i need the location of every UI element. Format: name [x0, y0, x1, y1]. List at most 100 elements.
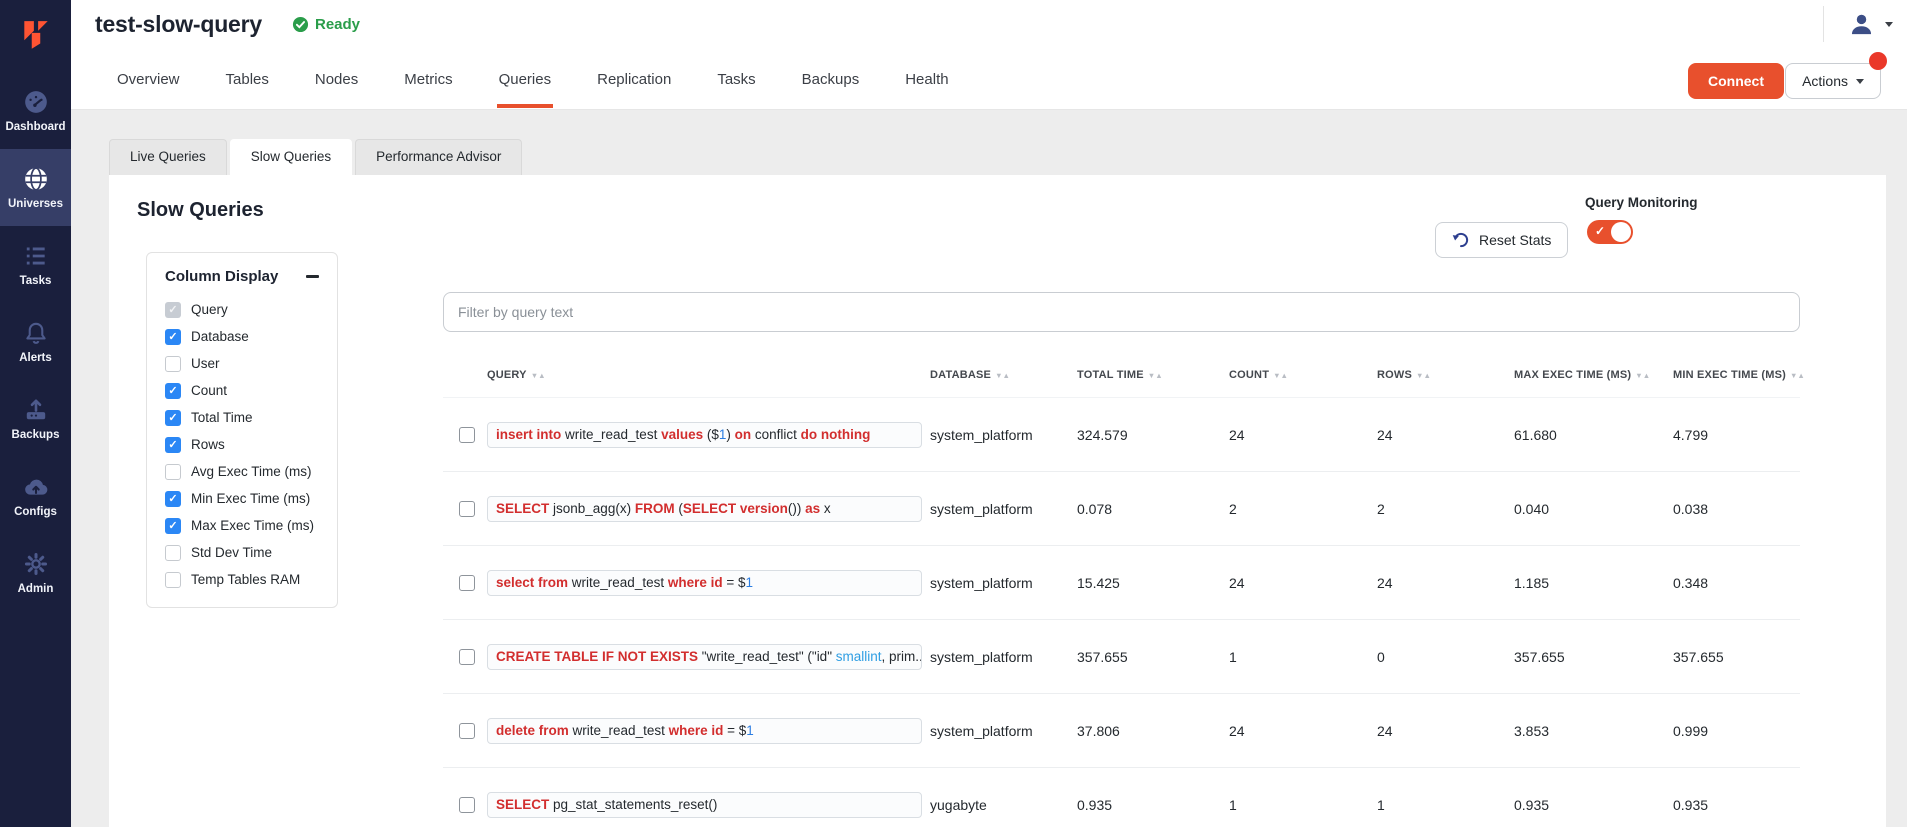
column-option-max-exec-time-ms[interactable]: ✓Max Exec Time (ms) [165, 512, 319, 539]
column-option-min-exec-time-ms[interactable]: ✓Min Exec Time (ms) [165, 485, 319, 512]
query-text[interactable]: insert into write_read_test values ($1) … [487, 422, 922, 448]
query-text[interactable]: CREATE TABLE IF NOT EXISTS "write_read_t… [487, 644, 922, 670]
user-menu[interactable] [1823, 0, 1907, 48]
sidebar-item-dashboard[interactable]: Dashboard [0, 72, 71, 149]
column-header-rows[interactable]: ROWS▼▲ [1377, 369, 1514, 381]
checkbox-query: ✓ [165, 302, 181, 318]
min-exec-time-cell: 4.799 [1673, 427, 1800, 443]
sort-arrows-icon[interactable]: ▼▲ [531, 371, 546, 380]
universe-globe-icon [23, 166, 49, 192]
sort-arrows-icon[interactable]: ▼▲ [1416, 371, 1431, 380]
column-option-std-dev-time[interactable]: Std Dev Time [165, 539, 319, 566]
column-header-min-exec-time-ms[interactable]: MIN EXEC TIME (MS)▼▲ [1673, 369, 1805, 381]
sql-token: = $ [723, 723, 746, 738]
query-monitoring-toggle[interactable]: ✓ [1587, 220, 1633, 244]
row-checkbox[interactable] [459, 797, 475, 813]
row-checkbox[interactable] [459, 649, 475, 665]
tab-health[interactable]: Health [905, 48, 948, 110]
query-monitoring-label: Query Monitoring [1585, 195, 1698, 210]
column-option-count[interactable]: ✓Count [165, 377, 319, 404]
checkbox-temp-tables-ram[interactable] [165, 572, 181, 588]
column-option-query[interactable]: ✓Query [165, 296, 319, 323]
sidebar-item-tasks[interactable]: Tasks [0, 226, 71, 303]
column-option-rows[interactable]: ✓Rows [165, 431, 319, 458]
table-row[interactable]: select from write_read_test where id = $… [443, 545, 1800, 619]
query-text[interactable]: delete from write_read_test where id = $… [487, 718, 922, 744]
query-text[interactable]: SELECT jsonb_agg(x) FROM (SELECT version… [487, 496, 922, 522]
column-option-database[interactable]: ✓Database [165, 323, 319, 350]
user-avatar-icon[interactable] [1848, 11, 1875, 38]
sort-arrows-icon[interactable]: ▼▲ [995, 371, 1010, 380]
query-filter-input[interactable] [443, 292, 1800, 332]
column-header-query[interactable]: QUERY▼▲ [487, 369, 930, 381]
tab-tables[interactable]: Tables [226, 48, 269, 110]
column-header-total-time[interactable]: TOTAL TIME▼▲ [1077, 369, 1229, 381]
column-option-temp-tables-ram[interactable]: Temp Tables RAM [165, 566, 319, 593]
checkbox-count[interactable]: ✓ [165, 383, 181, 399]
checkbox-rows[interactable]: ✓ [165, 437, 181, 453]
sidebar-item-admin[interactable]: Admin [0, 534, 71, 611]
checkbox-max-exec-time-ms[interactable]: ✓ [165, 518, 181, 534]
database-cell: system_platform [930, 575, 1077, 591]
tab-queries[interactable]: Queries [499, 48, 552, 110]
sidebar-item-backups[interactable]: Backups [0, 380, 71, 457]
collapse-minus-icon[interactable] [306, 275, 319, 278]
row-checkbox[interactable] [459, 575, 475, 591]
actions-button-label: Actions [1802, 73, 1848, 89]
sidebar-item-label: Universes [8, 198, 63, 210]
sql-token: write_read_test [569, 723, 669, 738]
sql-token: CREATE TABLE IF NOT EXISTS [496, 649, 698, 664]
subtab-performance-advisor[interactable]: Performance Advisor [355, 139, 522, 175]
query-text[interactable]: SELECT pg_stat_statements_reset() [487, 792, 922, 818]
column-option-total-time[interactable]: ✓Total Time [165, 404, 319, 431]
tab-backups[interactable]: Backups [802, 48, 860, 110]
column-option-user[interactable]: User [165, 350, 319, 377]
checkbox-user[interactable] [165, 356, 181, 372]
min-exec-time-cell: 0.999 [1673, 723, 1800, 739]
tab-nodes[interactable]: Nodes [315, 48, 358, 110]
checkbox-total-time[interactable]: ✓ [165, 410, 181, 426]
checkbox-avg-exec-time-ms[interactable] [165, 464, 181, 480]
table-row[interactable]: delete from write_read_test where id = $… [443, 693, 1800, 767]
connect-button[interactable]: Connect [1688, 63, 1784, 99]
table-row[interactable]: SELECT jsonb_agg(x) FROM (SELECT version… [443, 471, 1800, 545]
tab-tasks[interactable]: Tasks [717, 48, 755, 110]
sort-arrows-icon[interactable]: ▼▲ [1635, 371, 1650, 380]
sort-arrows-icon[interactable]: ▼▲ [1148, 371, 1163, 380]
universe-tab-bar: Overview Tables Nodes Metrics Queries Replica… [71, 48, 1907, 110]
subtab-slow-queries[interactable]: Slow Queries [230, 139, 352, 175]
sidebar-item-label: Admin [18, 583, 54, 595]
column-header-count[interactable]: COUNT▼▲ [1229, 369, 1377, 381]
sort-arrows-icon[interactable]: ▼▲ [1273, 371, 1288, 380]
tab-replication[interactable]: Replication [597, 48, 671, 110]
table-row[interactable]: CREATE TABLE IF NOT EXISTS "write_read_t… [443, 619, 1800, 693]
sidebar-item-alerts[interactable]: Alerts [0, 303, 71, 380]
tab-metrics[interactable]: Metrics [404, 48, 452, 110]
max-exec-time-cell: 0.935 [1514, 797, 1673, 813]
sql-token: SELECT [683, 501, 736, 516]
sidebar-item-universes[interactable]: Universes [0, 149, 71, 226]
column-option-label: Temp Tables RAM [191, 572, 300, 587]
checkbox-std-dev-time[interactable] [165, 545, 181, 561]
sidebar-item-configs[interactable]: Configs [0, 457, 71, 534]
row-checkbox[interactable] [459, 427, 475, 443]
row-checkbox[interactable] [459, 501, 475, 517]
checkbox-database[interactable]: ✓ [165, 329, 181, 345]
sidebar-item-label: Alerts [19, 352, 52, 364]
column-header-database[interactable]: DATABASE▼▲ [930, 369, 1077, 381]
sort-arrows-icon[interactable]: ▼▲ [1790, 371, 1805, 380]
total-time-cell: 0.935 [1077, 797, 1229, 813]
yugabyte-logo-icon[interactable] [0, 0, 71, 72]
table-row[interactable]: insert into write_read_test values ($1) … [443, 397, 1800, 471]
actions-button[interactable]: Actions [1785, 63, 1881, 99]
column-header-max-exec-time-ms[interactable]: MAX EXEC TIME (MS)▼▲ [1514, 369, 1673, 381]
column-option-avg-exec-time-ms[interactable]: Avg Exec Time (ms) [165, 458, 319, 485]
reset-stats-button[interactable]: Reset Stats [1435, 222, 1568, 258]
row-checkbox[interactable] [459, 723, 475, 739]
subtab-live-queries[interactable]: Live Queries [109, 139, 227, 175]
checkbox-min-exec-time-ms[interactable]: ✓ [165, 491, 181, 507]
query-text[interactable]: select from write_read_test where id = $… [487, 570, 922, 596]
tab-overview[interactable]: Overview [117, 48, 180, 110]
table-row[interactable]: SELECT pg_stat_statements_reset()yugabyt… [443, 767, 1800, 827]
universe-tabs: Overview Tables Nodes Metrics Queries Replica… [117, 48, 949, 110]
